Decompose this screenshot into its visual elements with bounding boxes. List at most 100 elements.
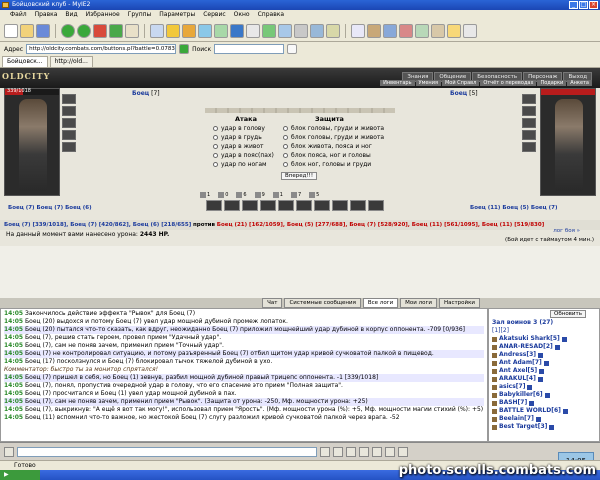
equipment-slot[interactable] <box>62 142 76 152</box>
equipment-slot[interactable] <box>62 94 76 104</box>
player-name[interactable]: BATTLE WORLD[6] <box>499 407 561 415</box>
player-row[interactable]: asics[7] <box>492 383 596 391</box>
defense-option[interactable]: блок головы, груди и живота <box>283 124 384 133</box>
room-pages[interactable]: [1][2] <box>492 327 596 335</box>
nav-sub-item[interactable]: Анкета <box>567 80 592 86</box>
chat-input[interactable] <box>17 446 317 457</box>
home-icon[interactable] <box>125 23 139 38</box>
info-icon[interactable] <box>543 360 549 366</box>
skill-slot[interactable] <box>278 200 294 211</box>
info-icon[interactable] <box>549 424 555 430</box>
chat-tab[interactable]: Мои логи <box>400 298 437 308</box>
go-icon[interactable] <box>179 44 190 54</box>
open-icon[interactable] <box>20 23 34 38</box>
google-icon[interactable] <box>287 44 298 54</box>
player-name[interactable]: Andress[3] <box>499 351 536 359</box>
close-button[interactable]: × <box>589 1 598 9</box>
player-name[interactable]: Akatsuki Shark[5] <box>499 335 560 343</box>
back-icon[interactable] <box>61 23 75 38</box>
team-member[interactable]: Боец (7) <box>531 205 558 211</box>
skill-slot[interactable] <box>332 200 348 211</box>
video-icon[interactable] <box>310 23 324 38</box>
browser-tab[interactable]: Бойцовск... <box>2 56 48 67</box>
search-input[interactable] <box>214 44 285 54</box>
player-row[interactable]: ARAKUL[4] <box>492 375 596 383</box>
radio-icon[interactable] <box>283 144 288 149</box>
radio-icon[interactable] <box>213 162 218 167</box>
forward-button[interactable]: Вперед!!! <box>281 172 318 180</box>
url-input[interactable]: http://oldcity.combats.com/buttons.pl?ba… <box>26 44 177 54</box>
team-member[interactable]: Боец (6) <box>65 205 92 211</box>
player-row[interactable]: BASH[7] <box>492 399 596 407</box>
player-name[interactable]: Ant Adam[7] <box>499 359 542 367</box>
player-row[interactable]: Andress[3] <box>492 351 596 359</box>
defense-option[interactable]: блок головы, груди и живота <box>283 133 384 142</box>
search-icon[interactable] <box>150 23 164 38</box>
skill-slot[interactable] <box>296 200 312 211</box>
forward-icon[interactable] <box>77 23 91 38</box>
nav-sub-item[interactable]: Умения <box>415 80 441 86</box>
defense-option[interactable]: блок пояса, ног и головы <box>283 151 384 160</box>
info-icon[interactable] <box>538 352 544 358</box>
info-icon[interactable] <box>561 336 567 342</box>
menu-item[interactable]: Окно <box>230 10 254 20</box>
translit-icon[interactable] <box>346 446 356 457</box>
options-icon[interactable] <box>385 446 395 457</box>
chat-tab[interactable]: Чат <box>262 298 283 308</box>
radio-icon[interactable] <box>213 135 218 140</box>
equipment-slot[interactable] <box>522 130 536 140</box>
radio-icon[interactable] <box>213 126 218 131</box>
player-row[interactable]: Babykiller[6] <box>492 391 596 399</box>
right-fighter-name[interactable]: Боец [5] <box>450 90 478 97</box>
player-name[interactable]: BASH[7] <box>499 399 527 407</box>
close-all-icon[interactable] <box>399 23 413 38</box>
radio-icon[interactable] <box>283 126 288 131</box>
proxy-icon[interactable] <box>230 23 244 38</box>
tile-icon[interactable] <box>415 23 429 38</box>
groups-icon[interactable] <box>198 23 212 38</box>
team-member[interactable]: Боец (11) <box>470 205 500 211</box>
zoom-icon[interactable] <box>351 23 365 38</box>
print-icon[interactable] <box>367 23 381 38</box>
menu-item[interactable]: Сервис <box>199 10 229 20</box>
smile-icon[interactable] <box>4 446 14 457</box>
equipment-slot[interactable] <box>522 94 536 104</box>
java-icon[interactable] <box>278 23 292 38</box>
player-name[interactable]: ANAR-RESAD[2] <box>499 343 553 351</box>
player-row[interactable]: Ant Axel[5] <box>492 367 596 375</box>
radio-icon[interactable] <box>213 153 218 158</box>
equipment-slot[interactable] <box>62 118 76 128</box>
info-icon[interactable] <box>539 368 545 374</box>
team-left-summary[interactable]: Боец (7) [339/1018], Боец (7) [420/862],… <box>4 222 191 228</box>
refresh-icon[interactable] <box>109 23 123 38</box>
player-row[interactable]: Best Target[3] <box>492 423 596 431</box>
nav-sub-item[interactable]: Инвентарь <box>380 80 415 86</box>
info-icon[interactable] <box>562 408 568 414</box>
favorites-icon[interactable] <box>166 23 180 38</box>
equipment-slot[interactable] <box>62 130 76 140</box>
sound-icon[interactable] <box>398 446 408 457</box>
sound-icon[interactable] <box>326 23 340 38</box>
player-name[interactable]: asics[7] <box>499 383 525 391</box>
smiles-icon[interactable] <box>372 446 382 457</box>
equipment-slot[interactable] <box>522 106 536 116</box>
player-row[interactable]: Akatsuki Shark[5] <box>492 335 596 343</box>
minimize-button[interactable]: _ <box>569 1 578 9</box>
mail-icon[interactable] <box>383 23 397 38</box>
player-name[interactable]: Best Target[3] <box>499 423 547 431</box>
info-icon[interactable] <box>529 400 535 406</box>
menu-item[interactable]: Правка <box>31 10 62 20</box>
skill-slot[interactable] <box>368 200 384 211</box>
info-icon[interactable] <box>544 392 550 398</box>
equipment-slot[interactable] <box>62 106 76 116</box>
info-icon[interactable] <box>527 384 533 390</box>
menu-item[interactable]: Группы <box>124 10 156 20</box>
attack-option[interactable]: удар в грудь <box>213 133 274 142</box>
player-name[interactable]: ARAKUL[4] <box>499 375 536 383</box>
skill-slot[interactable] <box>350 200 366 211</box>
maximize-button[interactable]: □ <box>579 1 588 9</box>
defense-option[interactable]: блок живота, пояса и ног <box>283 142 384 151</box>
team-right-summary[interactable]: Боец (21) [162/1059], Боец (5) [277/688]… <box>217 222 544 228</box>
battle-log-link[interactable]: лог боя » <box>553 228 580 234</box>
cascade-icon[interactable] <box>431 23 445 38</box>
